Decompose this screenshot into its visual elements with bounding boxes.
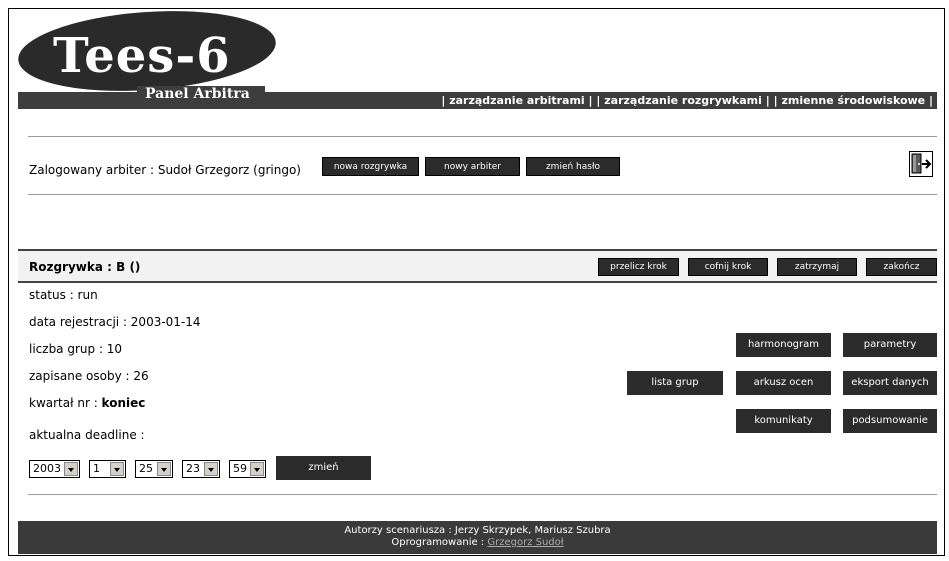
logo-title: Tees-6	[53, 28, 231, 84]
author-link[interactable]: Grzegorz Sudoł	[487, 537, 563, 548]
top-nav: | zarządzanie arbitrami | | zarządzanie …	[441, 92, 933, 110]
footer-programming: Oprogramowanie : Grzegorz Sudoł	[18, 537, 937, 549]
game-title: Rozgrywka : B ()	[29, 260, 141, 274]
registered-people-label: zapisane osoby : 26	[29, 369, 149, 383]
chevron-down-icon	[64, 462, 78, 476]
quarter-label: kwartał nr : koniec	[29, 396, 145, 410]
nav-zarzadzanie-rozgrywkami[interactable]: | zarządzanie rozgrywkami |	[596, 94, 769, 107]
new-arbiter-button[interactable]: nowy arbiter	[425, 157, 520, 176]
logo-subtitle: Panel Arbitra	[145, 86, 250, 102]
divider	[28, 136, 937, 137]
group-list-button[interactable]: lista grup	[627, 371, 723, 395]
footer-authors: Autorzy scenariusza : Jerzy Skrzypek, Ma…	[344, 525, 611, 536]
quarter-value: koniec	[101, 396, 146, 410]
logout-button[interactable]	[909, 151, 933, 177]
messages-button[interactable]: komunikaty	[736, 409, 831, 433]
quarter-label-text: kwartał nr :	[29, 396, 102, 410]
logout-door-icon	[911, 153, 932, 174]
new-game-button[interactable]: nowa rozgrywka	[322, 157, 419, 176]
schedule-button[interactable]: harmonogram	[736, 333, 831, 357]
footer-programming-label: Oprogramowanie :	[391, 537, 488, 548]
chevron-down-icon	[110, 462, 124, 476]
chevron-down-icon	[157, 462, 171, 476]
summary-button[interactable]: podsumowanie	[843, 409, 937, 433]
export-data-button[interactable]: eksport danych	[843, 371, 937, 395]
deadline-label: aktualna deadline :	[29, 428, 145, 442]
change-deadline-button[interactable]: zmień	[276, 456, 371, 480]
undo-step-button[interactable]: cofnij krok	[688, 258, 768, 276]
month-select[interactable]: 1	[89, 460, 126, 478]
recalc-step-button[interactable]: przelicz krok	[598, 258, 679, 276]
grade-sheet-button[interactable]: arkusz ocen	[736, 371, 831, 395]
registration-date-label: data rejestracji : 2003-01-14	[29, 315, 201, 329]
nav-zarzadzanie-arbitrami[interactable]: | zarządzanie arbitrami |	[441, 94, 592, 107]
day-select[interactable]: 25	[135, 460, 173, 478]
nav-zmienne-srodowiskowe[interactable]: | zmienne środowiskowe |	[774, 94, 933, 107]
hour-select[interactable]: 23	[182, 460, 220, 478]
finish-button[interactable]: zakończ	[866, 258, 937, 276]
group-count-label: liczba grup : 10	[29, 342, 123, 356]
divider	[28, 494, 937, 495]
stop-button[interactable]: zatrzymaj	[777, 258, 857, 276]
minute-select[interactable]: 59	[229, 460, 266, 478]
status-label: status : run	[29, 288, 98, 302]
parameters-button[interactable]: parametry	[843, 333, 937, 357]
year-select[interactable]: 2003	[29, 460, 80, 478]
chevron-down-icon	[204, 462, 218, 476]
footer: Autorzy scenariusza : Jerzy Skrzypek, Ma…	[18, 521, 937, 554]
change-password-button[interactable]: zmień hasło	[526, 157, 620, 176]
game-bar-bottom-border	[18, 281, 937, 283]
logged-user-label: Zalogowany arbiter : Sudoł Grzegorz (gri…	[29, 163, 301, 177]
logo-subtitle-box: Panel Arbitra	[137, 86, 265, 104]
chevron-down-icon	[250, 462, 264, 476]
divider	[28, 194, 937, 195]
